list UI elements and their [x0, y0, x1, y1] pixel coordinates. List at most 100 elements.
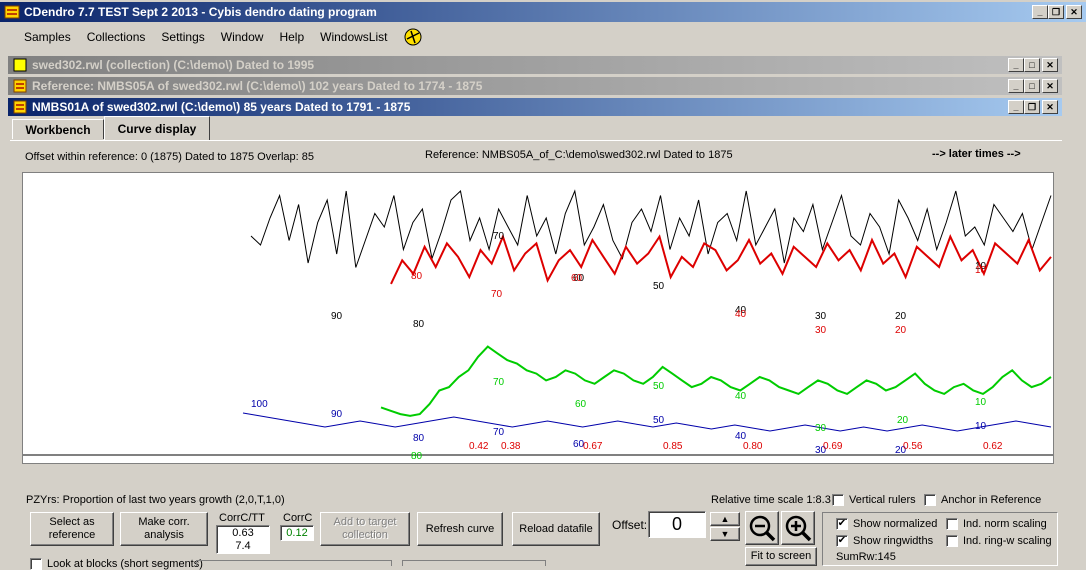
- select-reference-button[interactable]: Select as reference: [30, 512, 114, 546]
- menu-settings[interactable]: Settings: [153, 30, 212, 44]
- correlation-label: 0.38: [501, 441, 521, 452]
- maximize-icon[interactable]: □: [1024, 79, 1040, 93]
- reference-window-titlebar[interactable]: Reference: NMBS05A of swed302.rwl (C:\de…: [8, 77, 1062, 95]
- blocks-field-2[interactable]: [402, 560, 546, 566]
- minimize-icon[interactable]: _: [1008, 58, 1024, 72]
- green-curve-label: 30: [815, 423, 827, 434]
- app-titlebar[interactable]: CDendro 7.7 TEST Sept 2 2013 - Cybis den…: [0, 2, 1086, 22]
- blue-normalized-curve: [242, 412, 1052, 432]
- green-curve-label: 20: [897, 415, 909, 426]
- menu-samples[interactable]: Samples: [16, 30, 79, 44]
- vertical-rulers-checkbox[interactable]: Vertical rulers: [832, 494, 916, 506]
- minimize-icon[interactable]: _: [1032, 5, 1048, 19]
- red-curve-label: 70: [491, 289, 503, 300]
- show-normalized-checkbox[interactable]: ✔ Show normalized: [836, 518, 937, 530]
- checkbox-label: Look at blocks (short segments): [47, 558, 203, 570]
- correlation-label: 0.42: [469, 441, 489, 452]
- checkbox-box[interactable]: [946, 518, 958, 530]
- close-icon[interactable]: ✕: [1042, 100, 1058, 114]
- black-curve-label: 70: [493, 231, 505, 242]
- later-times-label[interactable]: --> later times -->: [932, 148, 1021, 160]
- blue-curve-label: 70: [493, 427, 505, 438]
- offset-up-button[interactable]: ▲: [710, 512, 740, 526]
- checkmark-icon[interactable]: ✔: [836, 518, 848, 530]
- zoom-out-button[interactable]: [745, 511, 779, 545]
- app-title: CDendro 7.7 TEST Sept 2 2013 - Cybis den…: [24, 5, 377, 19]
- red-curve-label: 30: [815, 325, 827, 336]
- reload-datafile-button[interactable]: Reload datafile: [512, 512, 600, 546]
- close-icon[interactable]: ✕: [1042, 58, 1058, 72]
- arrow-down-icon: ▼: [720, 528, 730, 539]
- window-icon: [12, 58, 28, 72]
- checkbox-box[interactable]: [832, 494, 844, 506]
- menu-window[interactable]: Window: [213, 30, 272, 44]
- black-curve-label: 30: [815, 311, 827, 322]
- checkbox-box[interactable]: [30, 558, 42, 570]
- anchor-reference-checkbox[interactable]: Anchor in Reference: [924, 494, 1041, 506]
- sample-window-titlebar[interactable]: NMBS01A of swed302.rwl (C:\demo\) 85 yea…: [8, 98, 1062, 116]
- offset-label: Offset:: [612, 518, 648, 532]
- zoom-in-icon: [785, 515, 812, 542]
- black-curve-label: 50: [653, 281, 665, 292]
- corrc-value: 0.12: [280, 525, 314, 541]
- look-blocks-checkbox[interactable]: Look at blocks (short segments): [30, 558, 203, 570]
- corrc-label: CorrC: [283, 512, 313, 524]
- red-curve-label: 80: [411, 271, 423, 282]
- window-icon: [12, 79, 28, 93]
- restore-icon[interactable]: ❐: [1024, 100, 1040, 114]
- blue-curve-label: 10: [975, 421, 987, 432]
- restore-icon[interactable]: ❐: [1048, 5, 1064, 19]
- zoom-out-icon: [749, 515, 776, 542]
- green-curve-label: 10: [975, 397, 987, 408]
- ind-norm-checkbox[interactable]: Ind. norm scaling: [946, 518, 1047, 530]
- minimize-icon[interactable]: _: [1008, 100, 1024, 114]
- tab-curve-display[interactable]: Curve display: [104, 116, 210, 140]
- maximize-icon[interactable]: □: [1024, 58, 1040, 72]
- green-curve-label: 60: [575, 399, 587, 410]
- blue-curve-label: 50: [653, 415, 665, 426]
- checkbox-box[interactable]: [946, 535, 958, 547]
- tab-workbench[interactable]: Workbench: [12, 119, 104, 139]
- close-icon[interactable]: ✕: [1066, 5, 1082, 19]
- sumrw-label: SumRw:145: [836, 551, 896, 563]
- reference-window-title: Reference: NMBS05A of swed302.rwl (C:\de…: [32, 79, 483, 93]
- checkbox-label: Show normalized: [853, 518, 938, 530]
- red-curve-label: 40: [735, 309, 747, 320]
- offset-down-button[interactable]: ▼: [710, 527, 740, 541]
- refresh-curve-button[interactable]: Refresh curve: [417, 512, 503, 546]
- blue-curve-label: 80: [413, 433, 425, 444]
- window-icon: [12, 100, 28, 114]
- add-target-button[interactable]: Add to target collection: [320, 512, 410, 546]
- checkmark-icon[interactable]: ✔: [836, 535, 848, 547]
- make-corr-button[interactable]: Make corr. analysis: [120, 512, 208, 546]
- checkbox-label: Show ringwidths: [853, 535, 934, 547]
- collection-window-title: swed302.rwl (collection) (C:\demo\) Date…: [32, 58, 315, 72]
- red-curve-label: 20: [895, 325, 907, 336]
- collection-window-titlebar[interactable]: swed302.rwl (collection) (C:\demo\) Date…: [8, 56, 1062, 74]
- checkbox-label: Anchor in Reference: [941, 494, 1042, 506]
- zoom-in-button[interactable]: [781, 511, 815, 545]
- correlation-label: 0.67: [583, 441, 603, 452]
- black-ringwidth-curve: [250, 189, 1052, 268]
- bug-icon[interactable]: [403, 27, 423, 47]
- corrc-tt-value-2: 7.4: [235, 540, 251, 552]
- menu-windowslist[interactable]: WindowsList: [312, 30, 395, 44]
- curve-chart[interactable]: 90 80 70 60 50 40 30 20 10 80 70 60 40 30 20 10 80 70 60 50…: [22, 172, 1054, 464]
- show-ringwidths-checkbox[interactable]: ✔ Show ringwidths: [836, 535, 933, 547]
- black-curve-label: 80: [413, 319, 425, 330]
- green-curve-label: 40: [735, 391, 747, 402]
- close-icon[interactable]: ✕: [1042, 79, 1058, 93]
- menu-help[interactable]: Help: [271, 30, 312, 44]
- blocks-field[interactable]: [196, 560, 392, 566]
- fit-screen-button[interactable]: Fit to screen: [745, 547, 817, 566]
- black-curve-label: 90: [331, 311, 343, 322]
- minimize-icon[interactable]: _: [1008, 79, 1024, 93]
- menu-collections[interactable]: Collections: [79, 30, 154, 44]
- green-curve-label: 70: [493, 377, 505, 388]
- checkbox-box[interactable]: [924, 494, 936, 506]
- checkbox-label: Ind. ring-w scaling: [963, 535, 1052, 547]
- ind-ring-checkbox[interactable]: Ind. ring-w scaling: [946, 535, 1052, 547]
- correlation-label: 0.62: [983, 441, 1003, 452]
- offset-input[interactable]: 0: [648, 511, 706, 538]
- blue-curve-label: 90: [331, 409, 343, 420]
